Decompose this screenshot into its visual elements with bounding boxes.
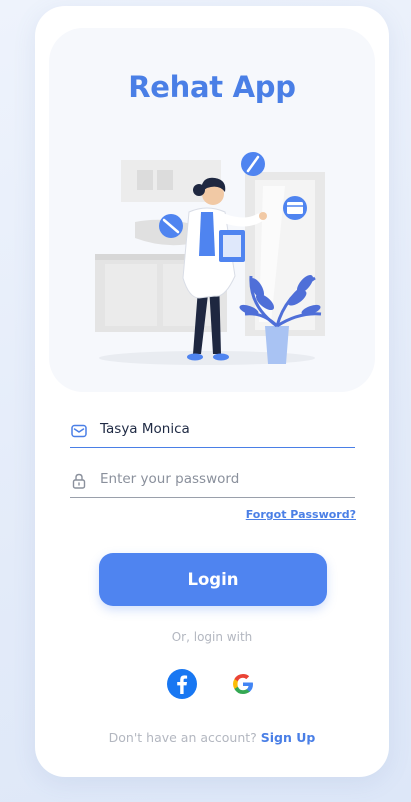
signup-prompt: Don't have an account? (108, 730, 257, 745)
doctor-illustration (95, 152, 325, 365)
email-field[interactable]: Tasya Monica (70, 418, 355, 448)
password-field[interactable]: Enter your password (70, 468, 355, 498)
signup-row: Don't have an account? Sign Up (35, 730, 389, 745)
forgot-password-link[interactable]: Forgot Password? (246, 508, 356, 521)
email-field-underline (70, 446, 355, 448)
signup-link[interactable]: Sign Up (261, 730, 316, 745)
alternate-login-label: Or, login with (171, 630, 253, 644)
login-screen: Rehat App Tasya Monica Enter your passwo… (35, 6, 389, 777)
app-title: Rehat App (128, 70, 296, 104)
email-field-value: Tasya Monica (100, 421, 190, 437)
password-field-placeholder: Enter your password (100, 471, 240, 487)
login-button[interactable]: Login (99, 553, 327, 606)
password-field-underline (70, 496, 355, 498)
google-icon[interactable] (227, 668, 259, 700)
facebook-icon[interactable] (166, 668, 198, 700)
mail-icon (71, 424, 87, 438)
lock-icon (72, 473, 86, 489)
